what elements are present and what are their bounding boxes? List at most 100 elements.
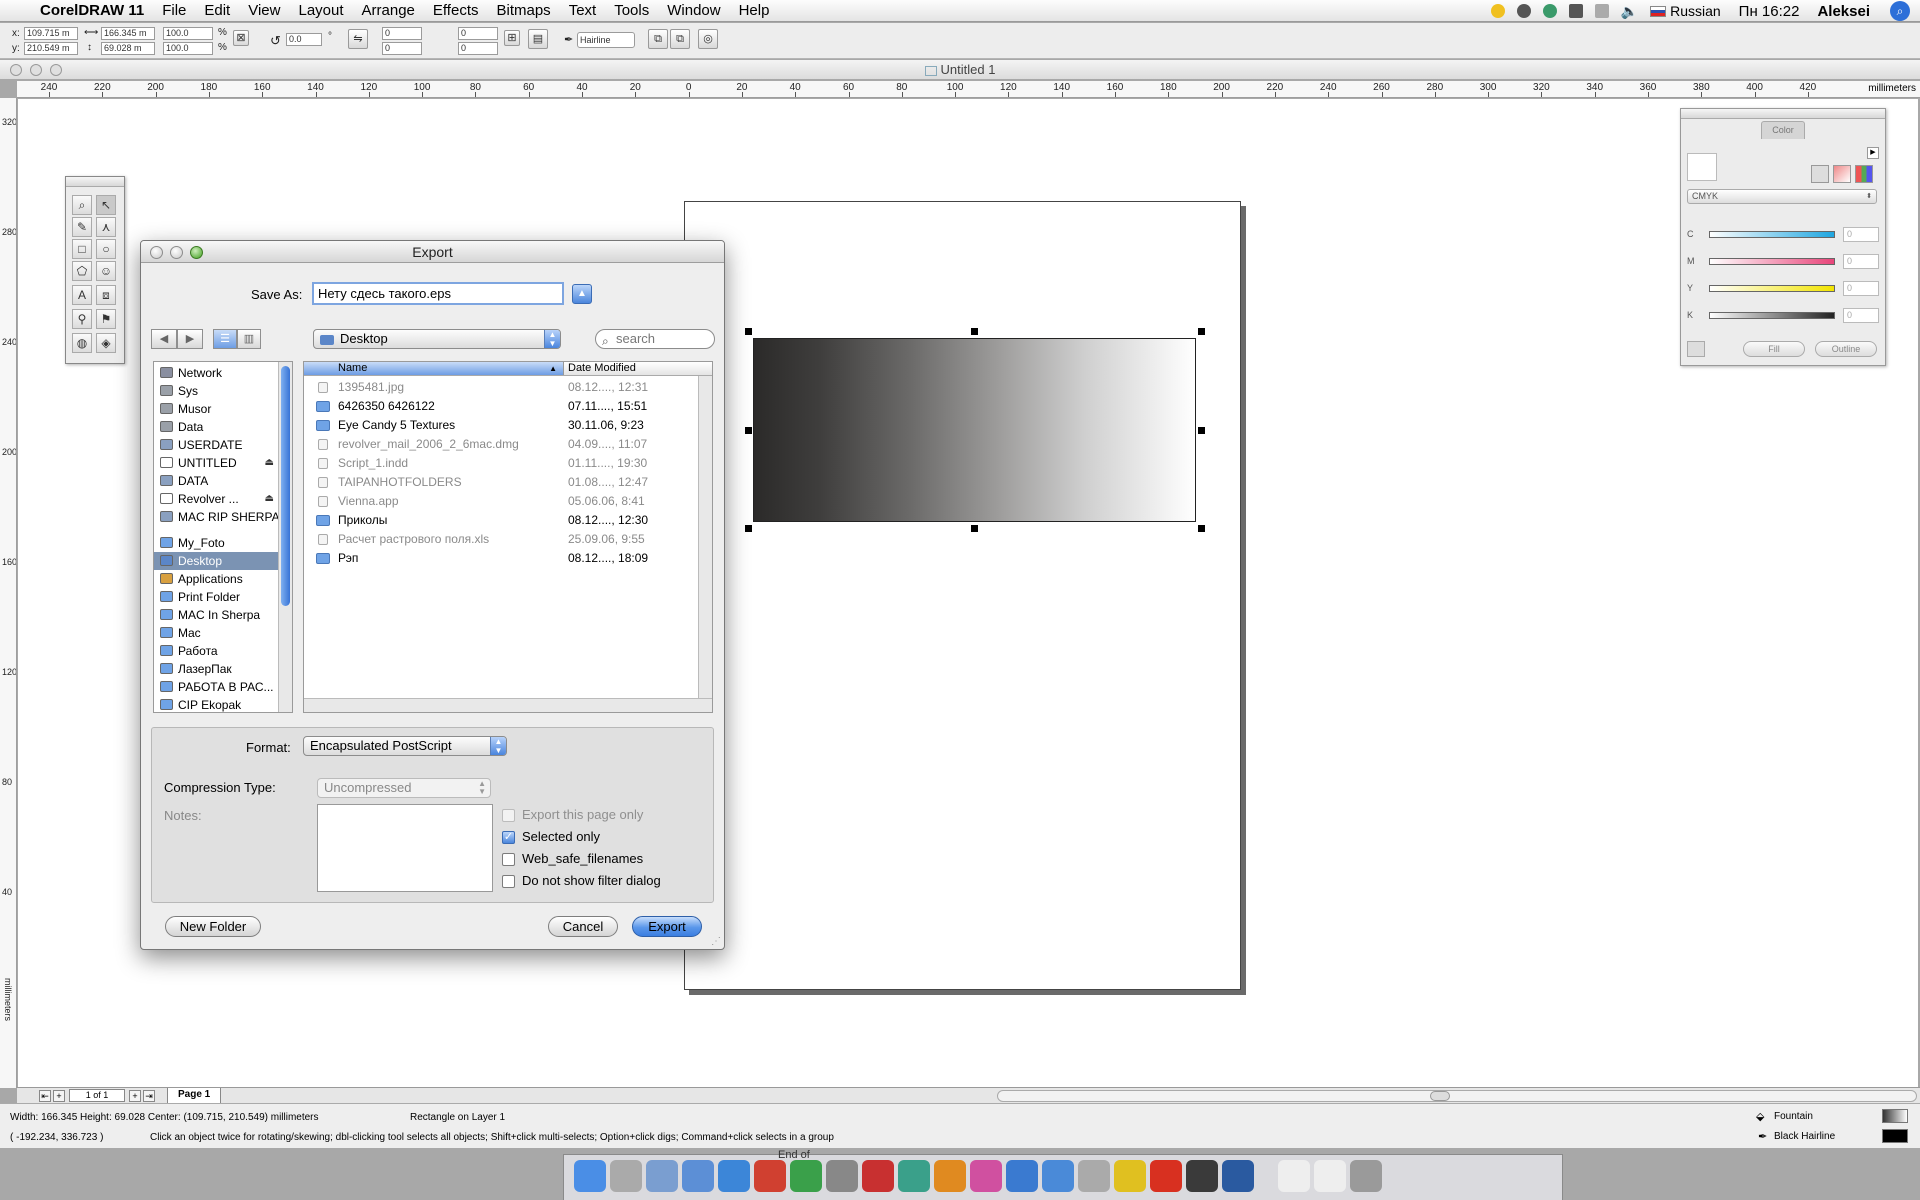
app-icon[interactable]: [1006, 1160, 1038, 1192]
skype-icon[interactable]: [1516, 4, 1531, 18]
wrap-paragraph-icon[interactable]: ▤: [528, 29, 548, 49]
basic-shapes-tool-icon[interactable]: ☺: [96, 261, 116, 281]
list-view-icon[interactable]: ☰: [213, 329, 237, 349]
sidebar-item[interactable]: Sys: [154, 382, 278, 400]
file-row[interactable]: Рэп 08.12...., 18:09: [304, 549, 698, 568]
sidebar-item[interactable]: MAC In Sherpa: [154, 606, 278, 624]
calculator-icon[interactable]: [826, 1160, 858, 1192]
corner-top-left-field[interactable]: 0: [382, 27, 422, 40]
cyan-slider[interactable]: [1709, 231, 1835, 238]
sidebar-item[interactable]: My_Foto: [154, 534, 278, 552]
magenta-slider[interactable]: [1709, 258, 1835, 265]
outline-width-select[interactable]: Hairline: [577, 32, 635, 48]
web-safe-filenames-checkbox[interactable]: Web_safe_filenames: [502, 850, 643, 868]
interactive-fill-tool-icon[interactable]: ◈: [96, 333, 116, 353]
input-language[interactable]: Russian: [1670, 3, 1721, 19]
selection-handle-bottom[interactable]: [971, 525, 978, 532]
outline-swatch[interactable]: [1882, 1129, 1908, 1143]
horizontal-scroll-thumb[interactable]: [1430, 1091, 1450, 1101]
app-icon[interactable]: [1186, 1160, 1218, 1192]
selection-handle-right[interactable]: [1198, 427, 1205, 434]
app-icon[interactable]: [1114, 1160, 1146, 1192]
zoom-tool-icon[interactable]: ⌕: [72, 195, 92, 215]
do-not-show-filter-dialog-checkbox[interactable]: Do not show filter dialog: [502, 872, 661, 890]
sidebar-item[interactable]: Applications: [154, 570, 278, 588]
first-page-icon[interactable]: ⇤: [39, 1090, 51, 1102]
color-palettes-icon[interactable]: [1855, 165, 1873, 183]
disk-utility-icon[interactable]: [610, 1160, 642, 1192]
to-front-icon[interactable]: ⧉: [648, 29, 668, 49]
forward-arrow-icon[interactable]: ▶: [177, 329, 203, 349]
selected-only-checkbox[interactable]: ✓ Selected only: [502, 828, 600, 846]
cyan-value-field[interactable]: 0: [1843, 227, 1879, 242]
sidebar-scroll-thumb[interactable]: [281, 366, 290, 606]
horizontal-ruler[interactable]: millimeters 240 220 200 180 160 140 120 100 80 60…: [17, 81, 1920, 98]
file-list-vertical-scrollbar[interactable]: [698, 376, 712, 699]
file-row[interactable]: Script_1.indd 01.11...., 19:30: [304, 454, 698, 473]
sidebar-item[interactable]: ЛазерПак: [154, 660, 278, 678]
system-preferences-icon[interactable]: [646, 1160, 678, 1192]
mirror-icon[interactable]: ⇋: [348, 29, 368, 49]
to-back-icon[interactable]: ⧉: [670, 29, 690, 49]
dialog-minimize-icon[interactable]: [170, 246, 183, 259]
sidebar-item[interactable]: Mac: [154, 624, 278, 642]
sidebar-item[interactable]: РАБОТА В РАС...: [154, 678, 278, 696]
rotation-field[interactable]: 0.0: [286, 33, 322, 46]
last-page-icon[interactable]: ⇥: [143, 1090, 155, 1102]
docker-menu-arrow-icon[interactable]: ▶: [1867, 147, 1879, 159]
outline-tool-icon[interactable]: ⚑: [96, 309, 116, 329]
app-icon[interactable]: [790, 1160, 822, 1192]
sidebar-item[interactable]: MAC RIP SHERPA: [154, 508, 278, 526]
doc-close-icon[interactable]: [10, 64, 22, 76]
menu-file[interactable]: File: [162, 2, 186, 19]
new-folder-button[interactable]: New Folder: [165, 916, 261, 937]
corner-top-right-field[interactable]: 0: [458, 27, 498, 40]
fill-button[interactable]: Fill: [1743, 341, 1805, 357]
file-row[interactable]: Eye Candy 5 Textures 30.11.06, 9:23: [304, 416, 698, 435]
eject-icon[interactable]: ⏏: [265, 454, 274, 472]
lock-ratio-icon[interactable]: ⊠: [233, 30, 249, 46]
file-row[interactable]: Расчет растрового поля.xls 25.09.06, 9:55: [304, 530, 698, 549]
butterfly-icon[interactable]: [970, 1160, 1002, 1192]
yellow-slider[interactable]: [1709, 285, 1835, 292]
moon-icon[interactable]: [1490, 4, 1505, 18]
sidebar-item[interactable]: DATA: [154, 472, 278, 490]
sidebar-item[interactable]: Musor: [154, 400, 278, 418]
auto-apply-lock-icon[interactable]: [1687, 341, 1705, 357]
canvas-horizontal-scrollbar[interactable]: [997, 1090, 1917, 1102]
file-row[interactable]: TAIPANHOTFOLDERS 01.08...., 12:47: [304, 473, 698, 492]
export-button[interactable]: Export: [632, 916, 702, 937]
column-view-icon[interactable]: ▥: [237, 329, 261, 349]
sidebar-item[interactable]: Revolver ... ⏏: [154, 490, 278, 508]
location-popup[interactable]: Desktop ▲ ▼: [313, 329, 561, 349]
pick-tool-icon[interactable]: ↖: [96, 195, 116, 215]
export-this-page-only-checkbox[interactable]: Export this page only: [502, 806, 643, 824]
trash-icon[interactable]: [1350, 1160, 1382, 1192]
dialog-zoom-icon[interactable]: [190, 246, 203, 259]
resize-grip-icon[interactable]: ⋰: [711, 936, 721, 947]
date-column-header[interactable]: Date Modified: [568, 362, 636, 375]
menubar-clock[interactable]: Пн 16:22: [1739, 3, 1800, 20]
selection-handle-top[interactable]: [971, 328, 978, 335]
minimized-window-icon[interactable]: [1278, 1160, 1310, 1192]
sidebar-item[interactable]: Работа: [154, 642, 278, 660]
app-icon[interactable]: [1150, 1160, 1182, 1192]
page-1-tab[interactable]: Page 1: [167, 1088, 222, 1104]
file-list-horizontal-scrollbar[interactable]: [304, 698, 712, 712]
blend-tool-icon[interactable]: ⧈: [96, 285, 116, 305]
sidebar-item[interactable]: Print Folder: [154, 588, 278, 606]
file-row[interactable]: 6426350 6426122 07.11...., 15:51: [304, 397, 698, 416]
app-icon[interactable]: [1078, 1160, 1110, 1192]
itunes-icon[interactable]: [1042, 1160, 1074, 1192]
magenta-value-field[interactable]: 0: [1843, 254, 1879, 269]
sync-icon[interactable]: [1594, 4, 1609, 18]
sidebar-scrollbar[interactable]: [278, 362, 292, 712]
eyedropper-tool-icon[interactable]: ⚲: [72, 309, 92, 329]
doc-minimize-icon[interactable]: [30, 64, 42, 76]
color-viewers-icon[interactable]: [1833, 165, 1851, 183]
toolbox-title-bar[interactable]: [66, 177, 124, 187]
format-select[interactable]: Encapsulated PostScript ▲ ▼: [303, 736, 507, 756]
yellow-value-field[interactable]: 0: [1843, 281, 1879, 296]
app-icon[interactable]: [934, 1160, 966, 1192]
file-row[interactable]: Приколы 08.12...., 12:30: [304, 511, 698, 530]
